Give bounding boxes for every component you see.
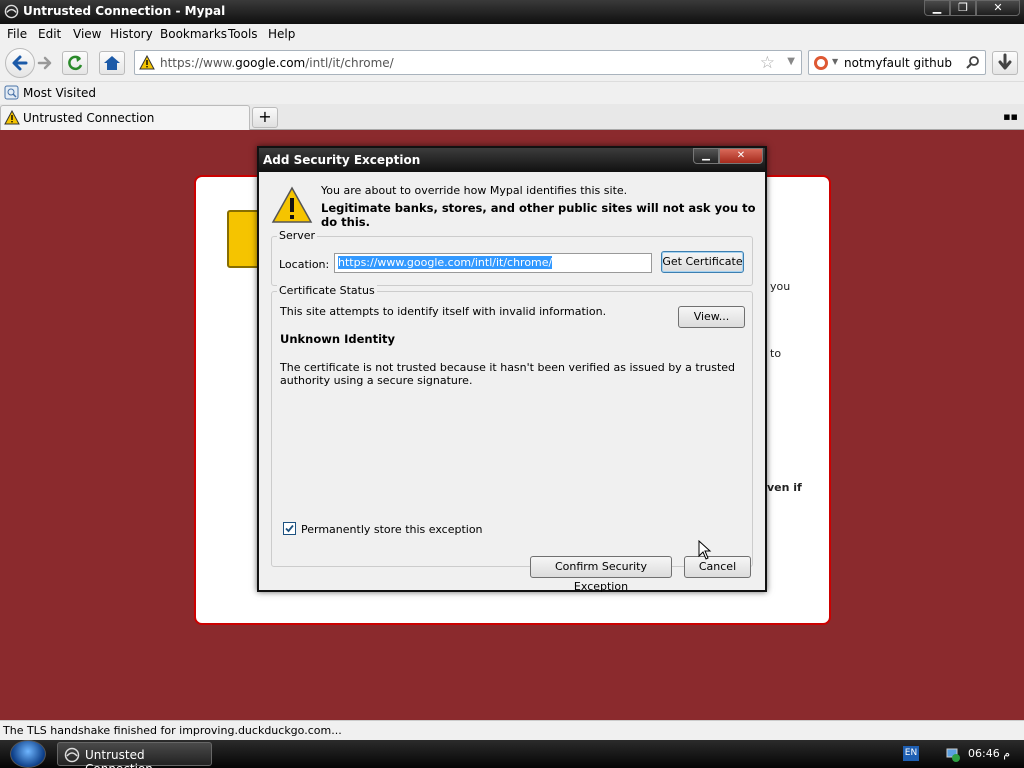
bg-text-fragment: you [770,280,791,293]
permanent-store-label[interactable]: Permanently store this exception [301,523,483,536]
location-value: https://www.google.com/intl/it/chrome/ [338,256,553,269]
reload-icon [68,55,83,71]
status-text: This site attempts to identify itself wi… [280,305,607,318]
menu-view[interactable]: View [73,27,101,41]
download-arrow-icon [998,53,1012,70]
url-dropdown-icon[interactable]: ▼ [787,56,795,67]
clock[interactable]: 06:46 م [968,747,1010,760]
engine-dropdown-icon[interactable]: ▼ [832,57,838,66]
url-bar[interactable]: https://www.google.com/intl/it/chrome/ ☆… [134,50,802,75]
tab-label: Untrusted Connection [23,111,155,125]
intro-warning-text: Legitimate banks, stores, and other publ… [321,201,756,229]
dialog-body: You are about to override how Mypal iden… [259,172,765,593]
bookmark-most-visited[interactable]: Most Visited [4,85,96,100]
confirm-security-exception-button[interactable]: Confirm Security Exception [530,556,672,593]
cancel-button[interactable]: Cancel [684,556,751,578]
certificate-status-title: Certificate Status [277,284,377,297]
taskbar-window-label: Untrusted Connection ... [85,748,168,768]
menu-bar: File Edit View History Bookmarks Tools H… [0,24,1024,44]
duckduckgo-icon [814,56,828,70]
url-domain: google.com [235,56,306,70]
tab-list-icon[interactable]: ▪▪ [1003,110,1018,123]
forward-arrow-icon [37,56,52,70]
taskbar-window-button[interactable]: Untrusted Connection ... [57,742,212,768]
most-visited-label: Most Visited [23,85,97,100]
dialog-minimize-button[interactable]: ▁ [693,148,719,164]
most-visited-icon [4,85,19,100]
menu-bookmarks[interactable]: Bookmarks [160,27,227,41]
url-path: /intl/it/chrome/ [305,56,394,70]
menu-edit[interactable]: Edit [38,27,61,41]
tab-bar: Untrusted Connection + ▪▪ [0,104,1024,130]
search-bar[interactable]: ▼ notmyfault github [808,50,986,75]
large-warning-icon [271,186,313,223]
intro-text: You are about to override how Mypal iden… [321,184,628,197]
home-button[interactable] [99,51,125,75]
back-arrow-icon [12,55,28,71]
new-tab-button[interactable]: + [252,107,278,128]
minimize-button[interactable]: ▁ [924,0,950,16]
status-text: The TLS handshake finished for improving… [3,724,342,737]
unknown-identity-heading: Unknown Identity [280,332,396,346]
identity-description: The certificate is not trusted because i… [280,361,736,387]
bg-text-fragment: to [770,347,782,360]
checkmark-icon [285,524,294,533]
tab-untrusted-connection[interactable]: Untrusted Connection [0,105,250,130]
start-button[interactable] [10,740,46,768]
menu-file[interactable]: File [7,27,27,41]
view-certificate-button[interactable]: View... [678,306,745,328]
language-indicator[interactable]: EN [903,746,919,761]
navigation-toolbar: https://www.google.com/intl/it/chrome/ ☆… [0,44,1024,82]
permanent-store-checkbox[interactable] [283,522,296,535]
mouse-cursor-icon [698,540,712,560]
window-title: Untrusted Connection - Mypal [23,4,226,18]
warning-icon [139,55,155,70]
network-icon[interactable] [945,746,961,762]
bookmark-star-icon[interactable]: ☆ [760,53,775,73]
search-input[interactable]: notmyfault github [844,56,952,70]
location-input[interactable]: https://www.google.com/intl/it/chrome/ [334,253,652,273]
status-bar: The TLS handshake finished for improving… [0,720,1024,740]
taskbar: Untrusted Connection ... EN 06:46 م [0,740,1024,768]
bookmarks-toolbar: Most Visited [0,82,1024,104]
dialog-titlebar[interactable]: Add Security Exception ▁ ✕ [259,148,765,172]
window-titlebar: Untrusted Connection - Mypal ▁ ❐ ✕ [0,0,1024,24]
restore-button[interactable]: ❐ [950,0,976,16]
mypal-app-icon [4,4,19,19]
downloads-button[interactable] [992,51,1018,75]
dialog-close-button[interactable]: ✕ [719,148,763,164]
get-certificate-button[interactable]: Get Certificate [661,251,744,273]
search-icon[interactable] [965,55,980,70]
warning-icon [4,110,20,125]
back-button[interactable] [5,48,35,78]
menu-tools[interactable]: Tools [228,27,258,41]
reload-button[interactable] [62,51,88,75]
location-label: Location: [279,258,330,271]
close-button[interactable]: ✕ [976,0,1020,16]
bg-text-fragment: ven if [767,481,802,494]
forward-button[interactable] [36,53,54,73]
home-icon [104,56,120,70]
url-prefix: https://www. [160,56,236,70]
mypal-app-icon [64,747,80,763]
menu-history[interactable]: History [110,27,153,41]
add-security-exception-dialog: Add Security Exception ▁ ✕ You are about… [257,146,767,593]
server-group-title: Server [277,229,318,242]
menu-help[interactable]: Help [268,27,295,41]
dialog-title: Add Security Exception [263,153,421,167]
